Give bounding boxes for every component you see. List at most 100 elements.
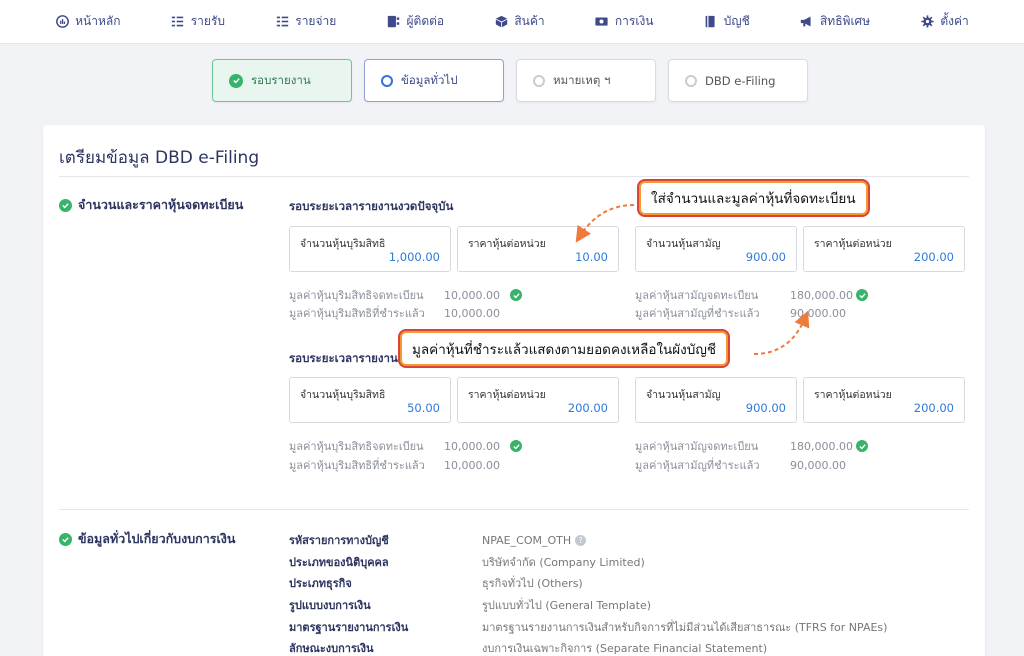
callout-text: ใส่จำนวนและมูลค่าหุ้นที่จดทะเบียน	[651, 191, 856, 207]
info-label: รูปแบบงบการเงิน	[289, 599, 371, 612]
info-value: ธุรกิจทั่วไป (Others)	[482, 577, 583, 590]
info-label: ประเภทธุรกิจ	[289, 577, 352, 590]
section-label: ข้อมูลทั่วไปเกี่ยวกับงบการเงิน	[78, 531, 236, 546]
step-report-period[interactable]: รอบรายงาน	[212, 59, 352, 102]
step-notes[interactable]: หมายเหตุ ฯ	[516, 59, 656, 102]
gear-icon	[920, 15, 934, 29]
summary-label: มูลค่าหุ้นสามัญที่ชำระแล้ว	[635, 459, 760, 472]
nav-income[interactable]: รายรับ	[171, 12, 225, 31]
income-list-icon	[171, 15, 185, 29]
info-value: งบการเงินเฉพาะกิจการ (Separate Financial…	[482, 642, 768, 655]
preferred-share-price-field[interactable]: ราคาหุ้นต่อหน่วย 200.00	[457, 377, 619, 423]
megaphone-icon	[800, 15, 814, 29]
nav-label: ตั้งค่า	[940, 14, 969, 28]
info-value: NPAE_COM_OTH	[482, 533, 572, 547]
info-value: มาตรฐานรายงานการเงินสำหรับกิจการที่ไม่มี…	[482, 621, 888, 634]
nav-label: การเงิน	[614, 14, 654, 28]
nav-label: รายจ่าย	[295, 14, 337, 28]
summary-value: 10,000.00	[444, 288, 500, 302]
field-value: 50.00	[407, 401, 440, 415]
step-tabs: รอบรายงาน ข้อมูลทั่วไป หมายเหตุ ฯ DBD e-…	[212, 59, 808, 102]
nav-expense[interactable]: รายจ่าย	[275, 12, 336, 31]
previous-period-heading: รอบระยะเวลารายงาน	[289, 351, 398, 365]
nav-label: หน้าหลัก	[75, 14, 121, 28]
callout-paid-shares: มูลค่าหุ้นที่ชำระแล้วแสดงตามยอดคงเหลือใน…	[400, 331, 729, 366]
common-share-price-field[interactable]: ราคาหุ้นต่อหน่วย 200.00	[803, 226, 965, 272]
field-value: 900.00	[745, 401, 786, 415]
product-box-icon	[494, 15, 508, 29]
field-value: 900.00	[745, 250, 786, 264]
common-shares-count-field[interactable]: จำนวนหุ้นสามัญ 900.00	[635, 377, 797, 423]
nav-home[interactable]: หน้าหลัก	[55, 12, 121, 31]
step-label: หมายเหตุ ฯ	[553, 72, 611, 87]
common-share-price-field[interactable]: ราคาหุ้นต่อหน่วย 200.00	[803, 377, 965, 423]
contacts-icon	[387, 15, 401, 29]
nav-label: ผู้ติดต่อ	[406, 14, 445, 28]
info-row: ประเภทของนิติบุคคล บริษัทจำกัด (Company …	[289, 553, 645, 571]
summary-line: มูลค่าหุ้นบุริมสิทธิที่ชำระแล้ว 10,000.0…	[289, 456, 510, 474]
help-icon[interactable]: ?	[575, 534, 587, 546]
field-value: 10.00	[575, 250, 608, 264]
nav-accounting[interactable]: บัญชี	[704, 12, 750, 31]
summary-value: 10,000.00	[444, 439, 500, 453]
nav-privileges[interactable]: สิทธิพิเศษ	[800, 12, 870, 31]
nav-settings[interactable]: ตั้งค่า	[920, 12, 969, 31]
summary-line: มูลค่าหุ้นสามัญที่ชำระแล้ว 90,000.00	[635, 456, 856, 474]
step-dbd-efiling[interactable]: DBD e-Filing	[668, 59, 808, 102]
divider	[59, 176, 969, 177]
summary-line: มูลค่าหุ้นบุริมสิทธิจดทะเบียน 10,000.00	[289, 437, 522, 455]
preferred-shares-count-field[interactable]: จำนวนหุ้นบุริมสิทธิ 50.00	[289, 377, 451, 423]
info-label: มาตรฐานรายงานการเงิน	[289, 621, 409, 634]
step-label: ข้อมูลทั่วไป	[401, 72, 458, 87]
nav-label: รายรับ	[190, 14, 226, 28]
current-period-heading: รอบระยะเวลารายงานงวดปัจจุบัน	[289, 199, 454, 213]
field-value: 200.00	[913, 250, 954, 264]
top-navigation: หน้าหลัก รายรับ รายจ่าย ผู้ติดต่อ สินค้า…	[0, 0, 1024, 44]
money-icon	[595, 15, 609, 29]
summary-value: 10,000.00	[444, 306, 500, 320]
preferred-share-price-field[interactable]: ราคาหุ้นต่อหน่วย 10.00	[457, 226, 619, 272]
summary-line: มูลค่าหุ้นบุริมสิทธิที่ชำระแล้ว 10,000.0…	[289, 304, 510, 322]
summary-label: มูลค่าหุ้นสามัญจดทะเบียน	[635, 440, 759, 453]
nav-finance[interactable]: การเงิน	[595, 12, 654, 31]
info-row: มาตรฐานรายงานการเงิน มาตรฐานรายงานการเงิ…	[289, 618, 887, 636]
field-label: จำนวนหุ้นบุริมสิทธิ	[300, 389, 386, 401]
step-label: DBD e-Filing	[705, 73, 776, 88]
info-row: ลักษณะงบการเงิน งบการเงินเฉพาะกิจการ (Se…	[289, 639, 767, 656]
field-label: ราคาหุ้นต่อหน่วย	[468, 389, 546, 401]
nav-label: สินค้า	[514, 14, 545, 28]
summary-value: 10,000.00	[444, 458, 500, 472]
callout-text: มูลค่าหุ้นที่ชำระแล้วแสดงตามยอดคงเหลือใน…	[412, 341, 717, 358]
check-circle-icon	[59, 198, 72, 212]
check-circle-icon	[510, 289, 522, 301]
general-section-title: ข้อมูลทั่วไปเกี่ยวกับงบการเงิน	[59, 529, 235, 549]
field-label: ราคาหุ้นต่อหน่วย	[468, 238, 546, 250]
summary-label: มูลค่าหุ้นสามัญที่ชำระแล้ว	[635, 307, 760, 320]
nav-products[interactable]: สินค้า	[494, 12, 545, 31]
field-label: จำนวนหุ้นสามัญ	[646, 389, 721, 401]
summary-line: มูลค่าหุ้นสามัญที่ชำระแล้ว 90,000.00	[635, 304, 856, 322]
info-value: รูปแบบทั่วไป (General Template)	[482, 599, 652, 612]
info-row: รหัสรายการทางบัญชี NPAE_COM_OTH?	[289, 531, 587, 549]
summary-value: 180,000.00	[790, 288, 853, 302]
page-title: เตรียมข้อมูล DBD e-Filing	[59, 148, 260, 168]
check-circle-icon	[856, 289, 868, 301]
info-label: รหัสรายการทางบัญชี	[289, 534, 389, 547]
preferred-shares-count-field[interactable]: จำนวนหุ้นบุริมสิทธิ 1,000.00	[289, 226, 451, 272]
nav-label: บัญชี	[723, 14, 750, 28]
shares-section-title: จำนวนและราคาหุ้นจดทะเบียน	[59, 195, 243, 215]
expense-list-icon	[275, 15, 289, 29]
summary-label: มูลค่าหุ้นสามัญจดทะเบียน	[635, 289, 759, 302]
info-label: ประเภทของนิติบุคคล	[289, 556, 389, 569]
summary-label: มูลค่าหุ้นบุริมสิทธิจดทะเบียน	[289, 289, 424, 302]
check-circle-icon	[59, 532, 72, 546]
step-general-info[interactable]: ข้อมูลทั่วไป	[364, 59, 504, 102]
radio-icon	[533, 74, 545, 87]
nav-contacts[interactable]: ผู้ติดต่อ	[387, 12, 445, 31]
common-shares-count-field[interactable]: จำนวนหุ้นสามัญ 900.00	[635, 226, 797, 272]
field-value: 200.00	[567, 401, 608, 415]
info-value: บริษัทจำกัด (Company Limited)	[482, 556, 645, 569]
summary-value: 180,000.00	[790, 439, 853, 453]
field-label: จำนวนหุ้นสามัญ	[646, 238, 721, 250]
summary-line: มูลค่าหุ้นบุริมสิทธิจดทะเบียน 10,000.00	[289, 286, 522, 304]
